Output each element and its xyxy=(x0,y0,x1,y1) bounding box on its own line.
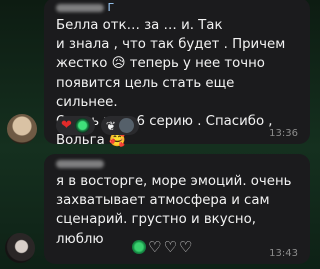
message-author[interactable] xyxy=(56,157,104,170)
reactor-avatar xyxy=(118,118,134,133)
wings-icon: ❦ xyxy=(105,118,116,133)
message-bubble[interactable]: Г Белла отк… за … и. Так и знала , что т… xyxy=(44,0,310,148)
message-author[interactable]: Г xyxy=(56,1,114,14)
outline-heart-icon: ♡ xyxy=(178,238,193,256)
reactions-bar: ❤ ❦ xyxy=(56,116,139,135)
green-stars-icon xyxy=(74,118,90,133)
outline-heart-icon: ♡ xyxy=(163,238,177,256)
message-time: 13:36 xyxy=(269,128,298,139)
reaction-chip[interactable]: ❤ xyxy=(56,116,95,135)
author-name-redacted xyxy=(56,160,104,168)
message-bubble[interactable]: я в восторге, море эмоций. очень захваты… xyxy=(44,154,310,264)
reaction-chip[interactable]: ❦ xyxy=(100,116,139,135)
sender-avatar[interactable] xyxy=(7,114,37,144)
message-text: я в восторге, море эмоций. очень захваты… xyxy=(56,174,292,247)
avatar-image xyxy=(7,114,37,144)
sender-avatar[interactable] xyxy=(5,233,35,263)
red-heart-icon: ❤ xyxy=(61,118,72,133)
avatar-image xyxy=(5,233,35,263)
author-name-redacted xyxy=(56,4,104,12)
message-time: 13:43 xyxy=(269,248,298,259)
inline-emoji-row: ♡ ♡ ♡ xyxy=(132,240,192,255)
outline-heart-icon: ♡ xyxy=(148,238,162,256)
emerald-icon xyxy=(132,240,146,254)
